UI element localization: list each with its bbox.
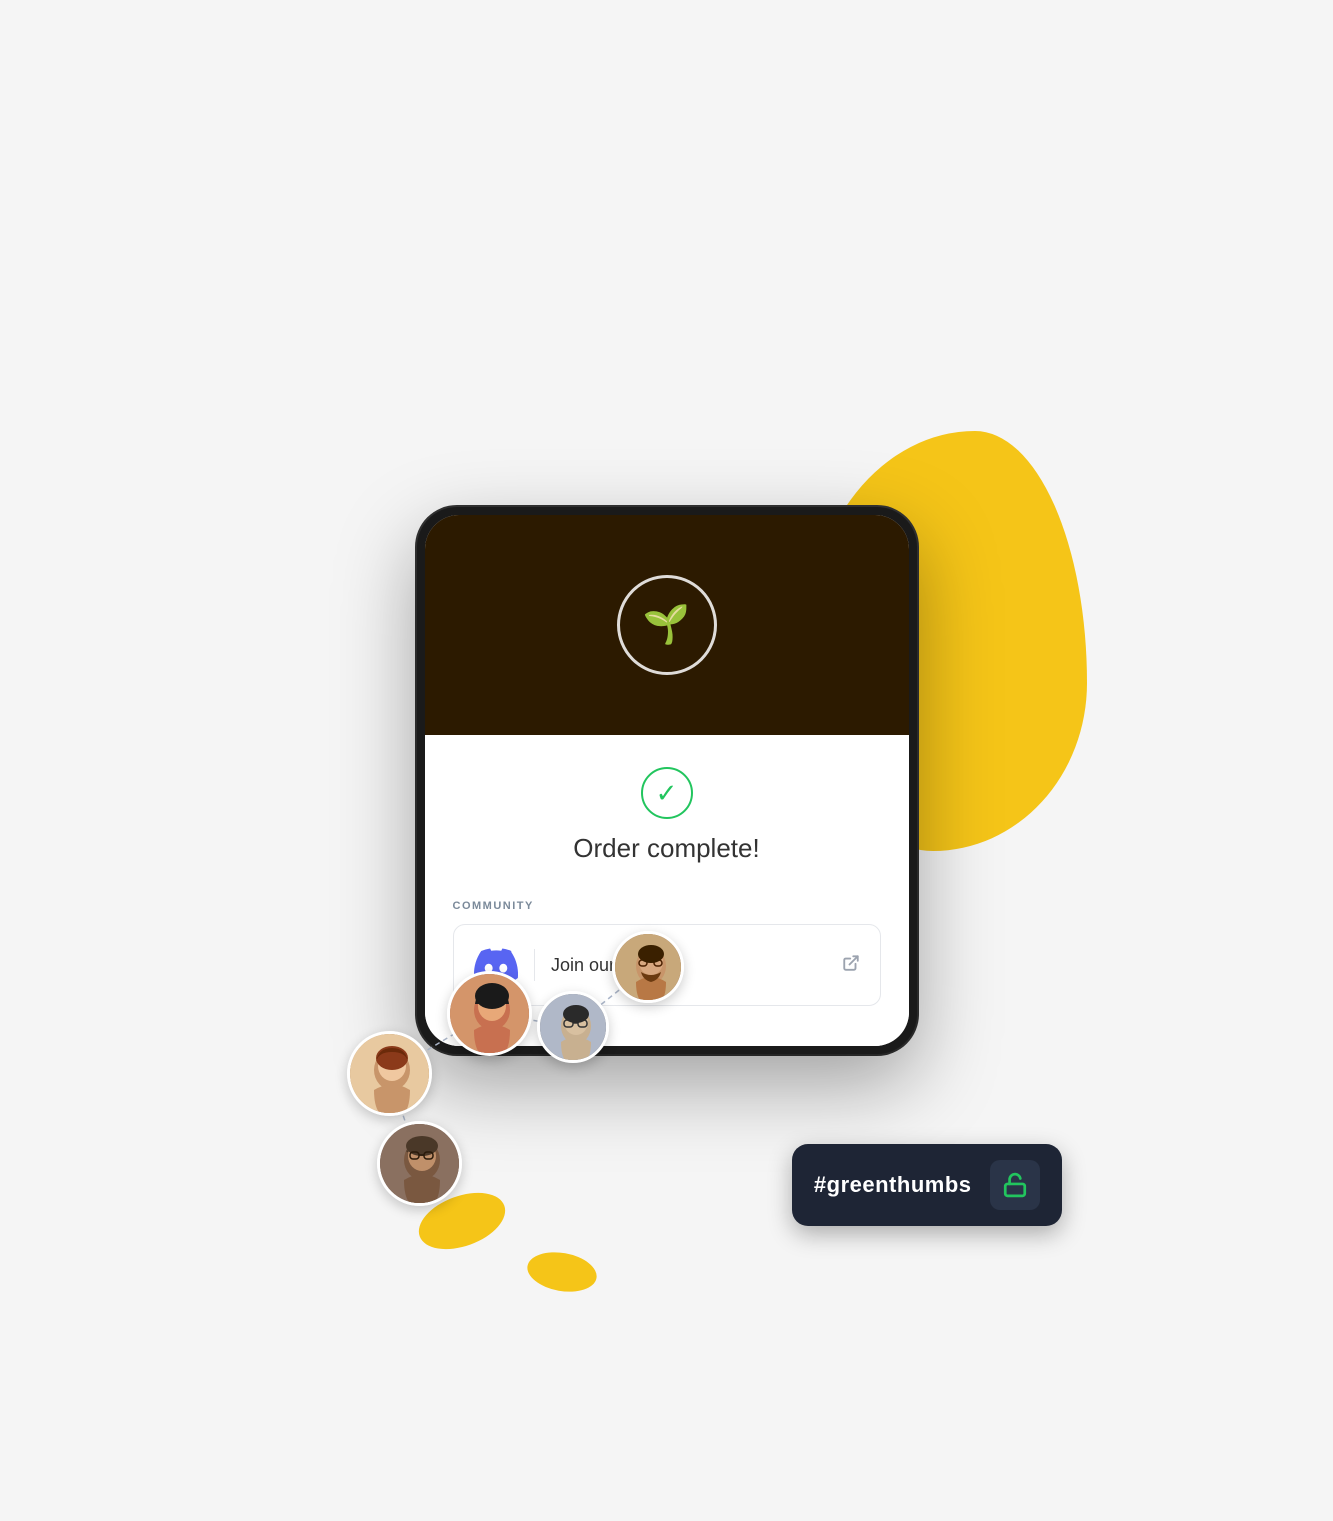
scene: 🌱 ✓ Order complete! COMMUNITY [217,111,1117,1411]
phone-frame: 🌱 ✓ Order complete! COMMUNITY [417,507,917,1054]
check-circle-icon: ✓ [641,767,693,819]
avatar-member-1 [347,1031,432,1116]
logo-circle: 🌱 [617,575,717,675]
phone-body: ✓ Order complete! COMMUNITY Join our Dis… [425,735,909,1046]
discord-divider [534,949,536,981]
lock-icon-box [990,1160,1040,1210]
hashtag-badge: #greenthumbs [792,1144,1062,1226]
community-label: COMMUNITY [453,900,881,912]
phone-header: 🌱 [425,515,909,735]
discord-join-label: Join our Discord [551,955,826,976]
lock-open-icon [1002,1172,1028,1198]
blob-decoration-small-1 [411,1182,513,1260]
avatar-member-5 [377,1121,462,1206]
checkmark-symbol: ✓ [656,780,678,806]
order-complete-section: ✓ Order complete! [453,767,881,864]
community-section: COMMUNITY Join our Discord [453,900,881,1006]
order-complete-title: Order complete! [573,833,759,864]
discord-card[interactable]: Join our Discord [453,924,881,1006]
hashtag-text: #greenthumbs [814,1172,972,1198]
blob-decoration-small-2 [524,1247,600,1297]
phone-inner: 🌱 ✓ Order complete! COMMUNITY [425,515,909,1046]
leaf-icon: 🌱 [643,603,690,647]
discord-logo-icon [474,943,518,987]
external-link-icon [842,954,860,977]
